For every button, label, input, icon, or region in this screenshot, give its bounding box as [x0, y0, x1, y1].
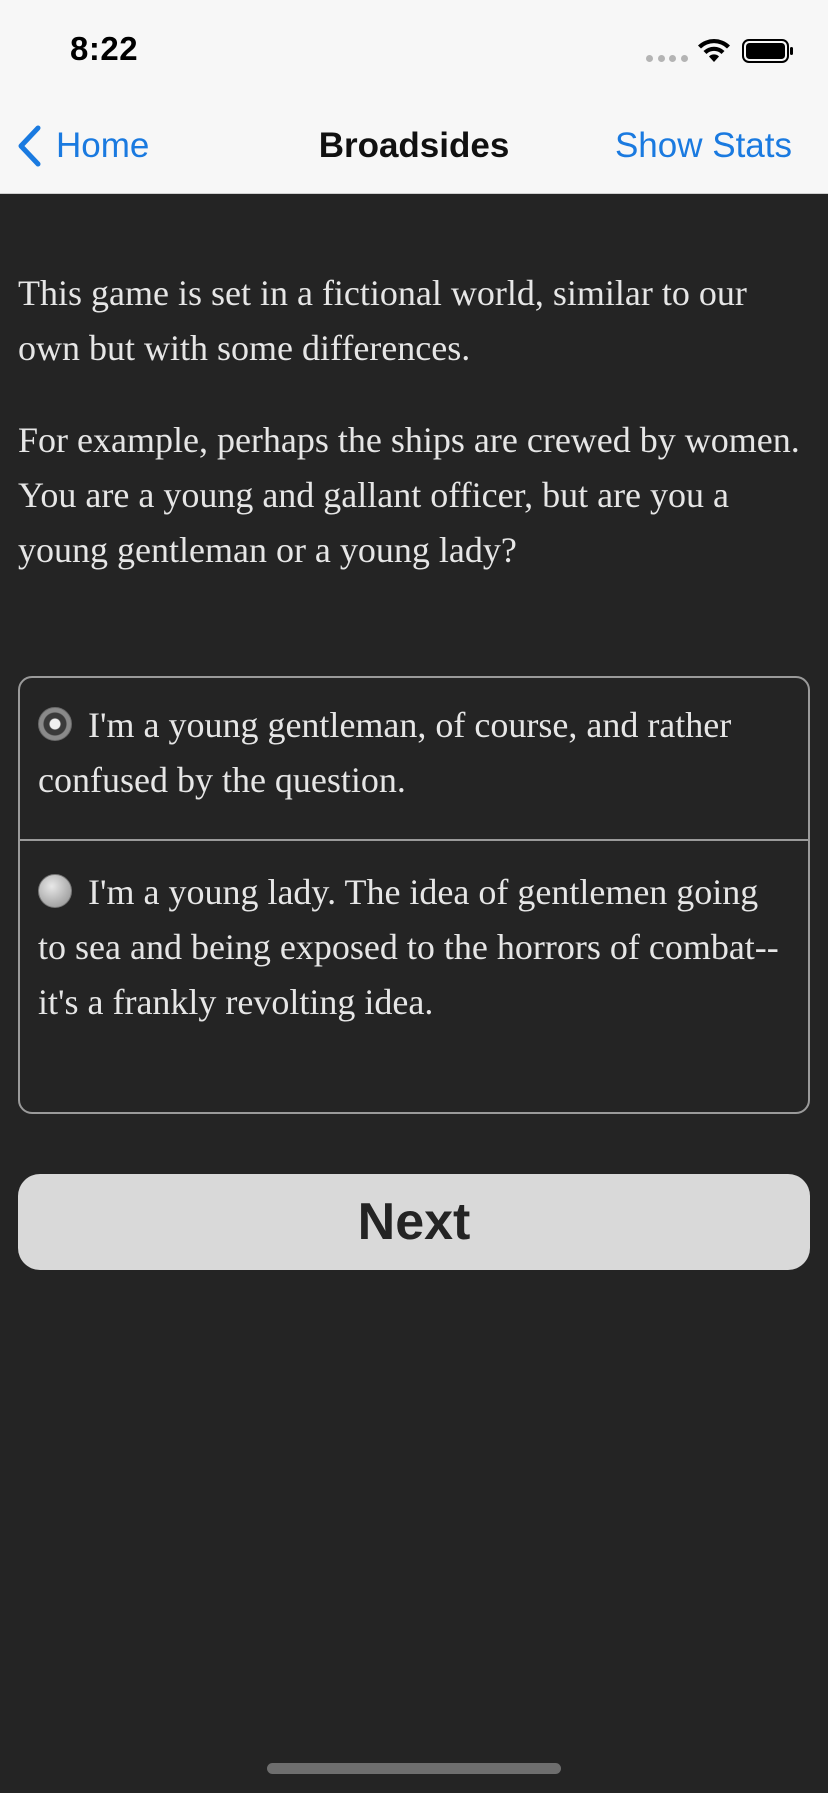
- battery-icon: [742, 39, 793, 63]
- app-screen: 8:22 Home Broadsides Show Stats This gam…: [0, 0, 828, 1793]
- chevron-left-icon: [18, 125, 41, 167]
- radio-unselected-icon[interactable]: [38, 874, 72, 908]
- next-button[interactable]: Next: [18, 1174, 810, 1270]
- choice-gentleman[interactable]: I'm a young gentleman, of course, and ra…: [20, 678, 808, 841]
- top-bar: 8:22 Home Broadsides Show Stats: [0, 0, 828, 194]
- story-paragraph: This game is set in a fictional world, s…: [18, 273, 747, 368]
- back-button[interactable]: Home: [16, 120, 149, 172]
- story-text: This game is set in a fictional world, s…: [18, 266, 812, 615]
- back-button-label: Home: [56, 126, 150, 165]
- show-stats-button[interactable]: Show Stats: [615, 120, 792, 172]
- signal-dots-icon: [646, 55, 688, 63]
- wifi-icon: [698, 39, 730, 62]
- radio-selected-icon[interactable]: [38, 707, 72, 741]
- choice-label: I'm a young gentleman, of course, and ra…: [38, 705, 732, 800]
- status-time: 8:22: [70, 30, 139, 67]
- home-indicator[interactable]: [267, 1763, 561, 1774]
- story-paragraph: For example, perhaps the ships are crewe…: [18, 420, 800, 570]
- choice-lady[interactable]: I'm a young lady. The idea of gentlemen …: [20, 841, 808, 1112]
- choice-list: I'm a young gentleman, of course, and ra…: [18, 676, 810, 1114]
- choice-label: I'm a young lady. The idea of gentlemen …: [38, 872, 779, 1022]
